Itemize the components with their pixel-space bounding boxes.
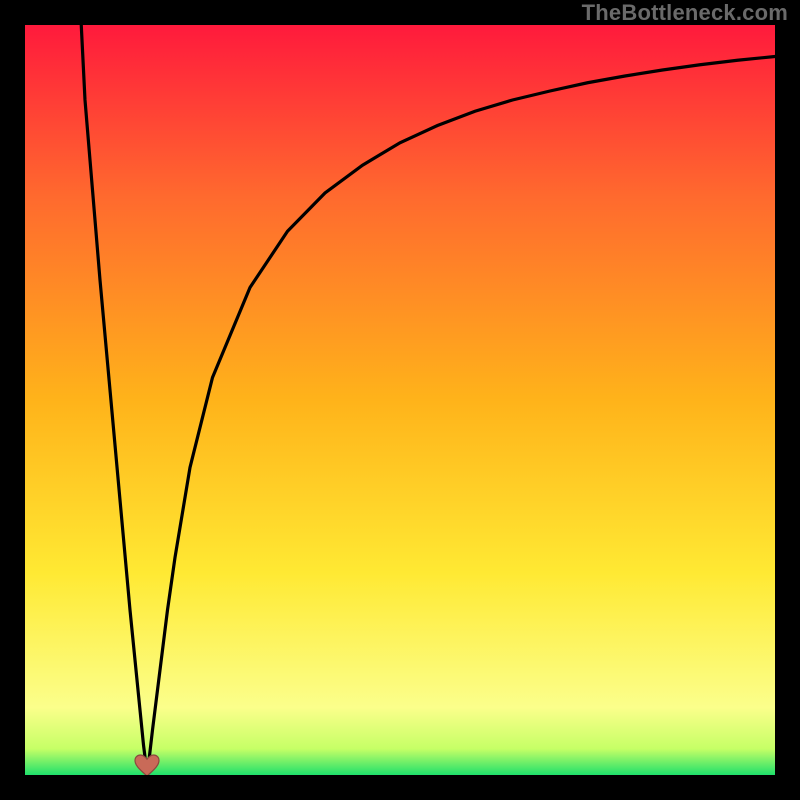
heart-marker bbox=[134, 754, 160, 775]
bottleneck-curve bbox=[25, 25, 775, 775]
curve-left-branch bbox=[81, 25, 147, 775]
curve-right-branch bbox=[147, 57, 775, 776]
watermark-text: TheBottleneck.com bbox=[582, 0, 788, 26]
chart-frame: TheBottleneck.com bbox=[0, 0, 800, 800]
plot-area bbox=[25, 25, 775, 775]
